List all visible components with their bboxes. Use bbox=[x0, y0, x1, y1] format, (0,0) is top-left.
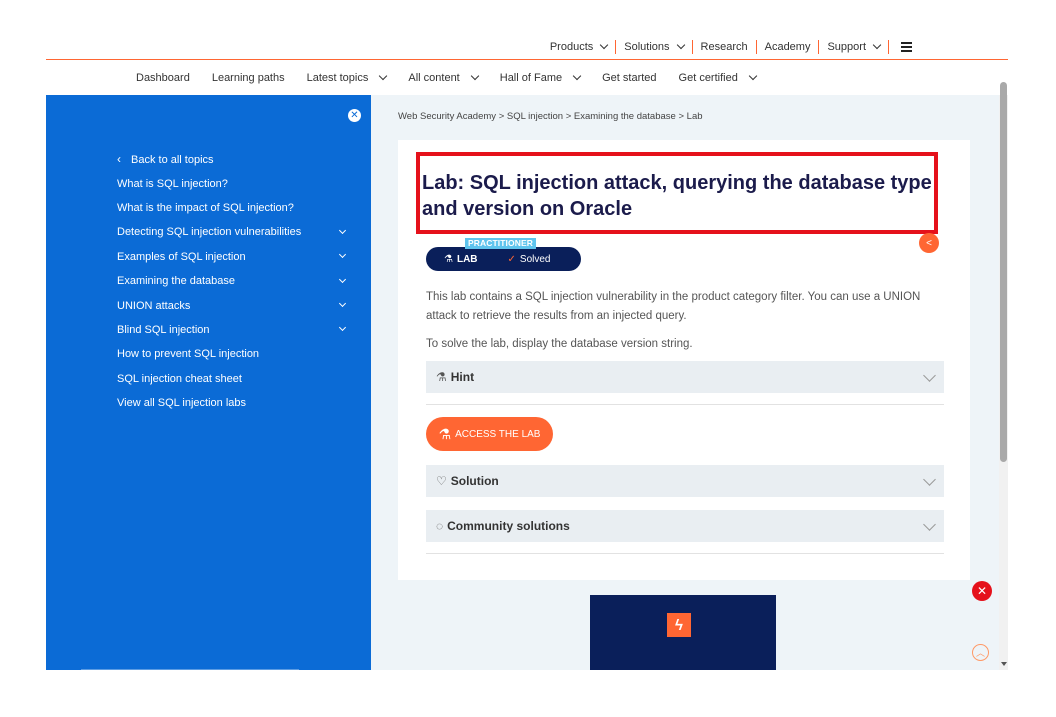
access-lab-button[interactable]: ⚗ ACCESS THE LAB bbox=[426, 417, 553, 451]
flask-icon: ⚗ bbox=[444, 253, 453, 265]
lab-description: This lab contains a SQL injection vulner… bbox=[426, 291, 921, 322]
chevron-down-icon bbox=[923, 473, 936, 486]
chevron-down-icon bbox=[600, 40, 609, 50]
status-badge: Solved bbox=[519, 253, 551, 265]
nav-get-certified[interactable]: Get certified bbox=[679, 71, 758, 84]
chevron-down-icon[interactable] bbox=[338, 275, 347, 283]
topnav-research[interactable]: Research bbox=[693, 41, 756, 53]
top-nav: Products Solutions Research Academy Supp… bbox=[542, 40, 920, 54]
page-title: Lab: SQL injection attack, querying the … bbox=[422, 172, 932, 220]
chevron-down-icon[interactable] bbox=[338, 324, 347, 332]
check-icon: ✓ bbox=[507, 253, 516, 265]
sidebar-item-impact[interactable]: What is the impact of SQL injection? bbox=[117, 196, 347, 220]
sidebar-item-what-is-sqli[interactable]: What is SQL injection? bbox=[117, 171, 347, 195]
sidebar-item-all-labs[interactable]: View all SQL injection labs bbox=[117, 391, 347, 415]
main-nav: Dashboard Learning paths Latest topics A… bbox=[46, 61, 1008, 95]
community-solutions-accordion[interactable]: ◌ Community solutions bbox=[426, 510, 944, 542]
scrollbar[interactable] bbox=[999, 82, 1008, 670]
sidebar-list: ‹ Back to all topics What is SQL injectio… bbox=[117, 147, 347, 415]
scroll-down-arrow-icon[interactable] bbox=[1001, 662, 1007, 666]
lightbulb-icon: ♡ bbox=[436, 474, 447, 488]
chevron-down-icon bbox=[572, 71, 582, 81]
chevron-down-icon bbox=[470, 71, 479, 81]
hint-accordion[interactable]: ⚗ Hint bbox=[426, 361, 944, 393]
chevron-down-icon bbox=[379, 71, 388, 81]
top-utility-bar: Products Solutions Research Academy Supp… bbox=[46, 30, 1008, 60]
breadcrumb-item[interactable]: SQL injection bbox=[507, 111, 563, 122]
main-content: Web Security Academy > SQL injection > E… bbox=[371, 95, 999, 670]
sidebar-item-prevent[interactable]: How to prevent SQL injection bbox=[117, 342, 347, 366]
divider bbox=[81, 669, 299, 670]
back-to-top-icon[interactable]: ︿ bbox=[972, 644, 989, 661]
chevron-down-icon[interactable] bbox=[338, 251, 347, 259]
level-badge: PRACTITIONER bbox=[465, 238, 536, 249]
breadcrumb: Web Security Academy > SQL injection > E… bbox=[398, 111, 703, 122]
chevron-down-icon bbox=[872, 40, 882, 50]
hamburger-icon bbox=[901, 42, 912, 52]
burp-logo-icon: ϟ bbox=[667, 613, 691, 637]
sidebar-item-cheat-sheet[interactable]: SQL injection cheat sheet bbox=[117, 367, 347, 391]
sidebar-item-union[interactable]: UNION attacks bbox=[117, 293, 347, 317]
topnav-support[interactable]: Support bbox=[819, 40, 888, 53]
solution-accordion[interactable]: ♡ Solution bbox=[426, 465, 944, 497]
sidebar-item-examples[interactable]: Examples of SQL injection bbox=[117, 245, 347, 269]
share-icon[interactable]: < bbox=[919, 233, 939, 253]
chevron-down-icon[interactable] bbox=[338, 299, 347, 308]
divider bbox=[426, 553, 944, 554]
nav-hall-of-fame[interactable]: Hall of Fame bbox=[500, 71, 582, 84]
breadcrumb-item: Lab bbox=[686, 111, 703, 122]
sidebar-item-detecting[interactable]: Detecting SQL injection vulnerabilities bbox=[117, 220, 347, 244]
breadcrumb-item[interactable]: Web Security Academy bbox=[398, 111, 496, 122]
divider bbox=[426, 404, 944, 405]
hamburger-menu-button[interactable] bbox=[889, 42, 920, 52]
topnav-products[interactable]: Products bbox=[542, 40, 615, 53]
nav-all-content[interactable]: All content bbox=[408, 71, 479, 84]
topnav-academy[interactable]: Academy bbox=[757, 41, 819, 53]
chevron-left-icon: ‹ bbox=[117, 152, 121, 167]
speech-bubble-icon: ◌ bbox=[436, 519, 444, 533]
chevron-down-icon bbox=[923, 518, 936, 531]
chevron-down-icon bbox=[676, 40, 685, 50]
promo-banner[interactable]: ϟ bbox=[590, 595, 776, 670]
chevron-down-icon[interactable] bbox=[338, 226, 347, 234]
nav-dashboard[interactable]: Dashboard bbox=[136, 72, 190, 84]
lab-status-pill: ⚗ LAB ✓ Solved bbox=[426, 247, 581, 271]
breadcrumb-item[interactable]: Examining the database bbox=[574, 111, 676, 122]
lab-card: Lab: SQL injection attack, querying the … bbox=[398, 140, 970, 580]
topic-sidebar: ✕ ‹ Back to all topics What is SQL inject… bbox=[46, 95, 371, 670]
chevron-down-icon bbox=[748, 71, 758, 81]
flask-icon: ⚗ bbox=[438, 425, 452, 442]
sidebar-item-examining-db[interactable]: Examining the database bbox=[117, 269, 347, 293]
chevron-down-icon bbox=[923, 369, 936, 382]
sidebar-item-blind[interactable]: Blind SQL injection bbox=[117, 318, 347, 342]
flask-icon: ⚗ bbox=[436, 370, 447, 384]
close-icon[interactable]: ✕ bbox=[348, 109, 361, 122]
nav-learning-paths[interactable]: Learning paths bbox=[212, 72, 285, 84]
nav-get-started[interactable]: Get started bbox=[602, 72, 656, 84]
scrollbar-thumb[interactable] bbox=[1000, 82, 1007, 462]
nav-latest-topics[interactable]: Latest topics bbox=[307, 71, 388, 84]
sidebar-back-link[interactable]: ‹ Back to all topics bbox=[117, 147, 347, 171]
topnav-solutions[interactable]: Solutions bbox=[616, 40, 691, 53]
close-icon[interactable]: ✕ bbox=[972, 581, 992, 601]
lab-goal: To solve the lab, display the database v… bbox=[426, 338, 693, 350]
